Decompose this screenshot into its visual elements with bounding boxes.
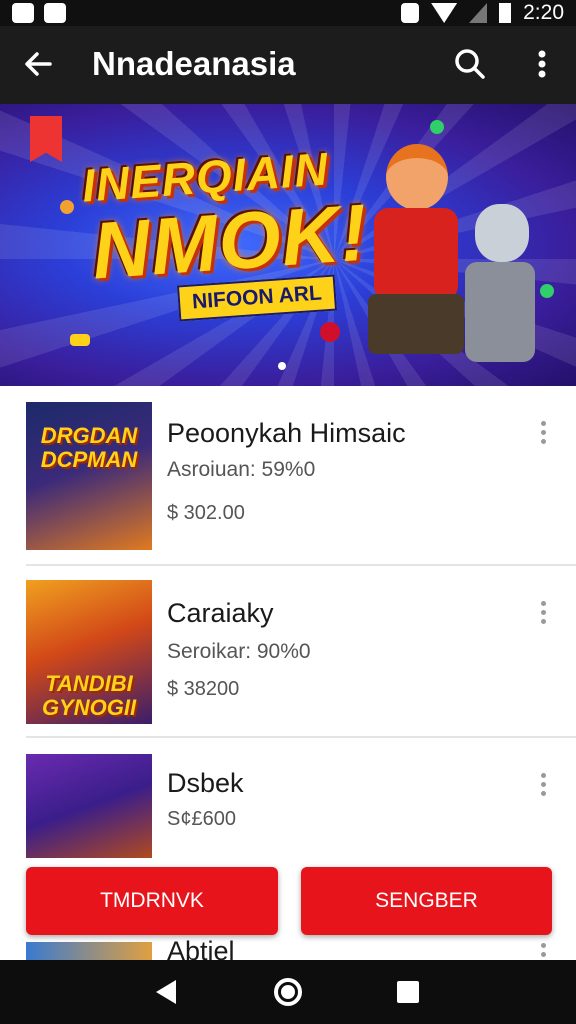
list-item[interactable]: DRGDAN DCPMAN Peoonykah Himsaic Asroiuan… xyxy=(0,386,576,564)
gmail-icon xyxy=(12,3,34,23)
robot-character-image xyxy=(455,204,545,374)
page-title: Nnadeanasia xyxy=(92,45,296,82)
game-thumbnail: TANDIBI GYNOGII xyxy=(26,580,152,724)
item-more-button[interactable] xyxy=(534,770,554,800)
item-title: Caraiaky xyxy=(167,598,274,628)
thumbnail-text: TANDIBI GYNOGII xyxy=(41,671,137,720)
nav-back-icon[interactable] xyxy=(156,980,176,1004)
status-bar: 2:20 xyxy=(0,0,576,26)
item-more-button[interactable] xyxy=(534,418,554,448)
battery-icon xyxy=(499,3,512,23)
item-price: S¢£600 xyxy=(167,808,236,830)
list-item[interactable]: Dsbek S¢£600 xyxy=(0,738,576,858)
game-thumbnail: DRGDAN DCPMAN xyxy=(26,402,152,550)
app-bar: Nnadeanasia xyxy=(0,26,576,104)
sparkle-icon xyxy=(60,200,74,214)
item-title: Dsbek xyxy=(167,768,244,798)
primary-action-button-right[interactable]: SENGBER xyxy=(301,867,552,935)
gem-icon xyxy=(430,120,444,134)
item-subtitle: Seroikar: 90%0 xyxy=(167,640,311,663)
nav-home-icon[interactable] xyxy=(274,978,302,1006)
back-button[interactable] xyxy=(18,44,58,84)
system-nav-bar xyxy=(0,960,576,1024)
list-item[interactable]: TANDIBI GYNOGII Caraiaky Seroikar: 90%0 … xyxy=(0,566,576,736)
carousel-indicator xyxy=(278,362,286,370)
status-left-icons xyxy=(12,3,66,23)
item-price: $ 302.00 xyxy=(167,502,245,524)
item-title: Peoonykah Himsaic xyxy=(167,418,406,448)
signal-icon xyxy=(469,3,488,23)
game-thumbnail xyxy=(26,754,152,858)
item-more-button[interactable] xyxy=(534,598,554,628)
thumbnail-text: DRGDAN DCPMAN xyxy=(40,423,138,472)
more-vert-icon xyxy=(538,50,546,78)
hero-character-image xyxy=(360,144,470,364)
gem-icon xyxy=(320,322,340,342)
action-button-row: TMDRNVK SENGBER xyxy=(0,858,576,942)
more-options-button[interactable] xyxy=(524,44,560,84)
item-subtitle: Asroiuan: 59%0 xyxy=(167,458,316,481)
search-button[interactable] xyxy=(450,44,490,84)
nav-recents-icon[interactable] xyxy=(397,981,419,1003)
item-price: $ 38200 xyxy=(167,678,240,700)
vibrate-icon xyxy=(401,3,420,23)
back-arrow-icon xyxy=(25,52,52,76)
search-icon xyxy=(455,49,485,79)
item-more-button[interactable] xyxy=(534,940,554,960)
skateboard-icon xyxy=(70,334,90,346)
promo-banner[interactable]: INERQIAIN NMOK! NIFOON ARL xyxy=(0,104,576,386)
wifi-icon xyxy=(431,3,458,23)
status-right-icons: 2:20 xyxy=(401,1,564,25)
notification-icon xyxy=(44,3,66,23)
primary-action-button-left[interactable]: TMDRNVK xyxy=(26,867,278,935)
status-time: 2:20 xyxy=(523,1,564,24)
game-thumbnail xyxy=(26,942,152,960)
